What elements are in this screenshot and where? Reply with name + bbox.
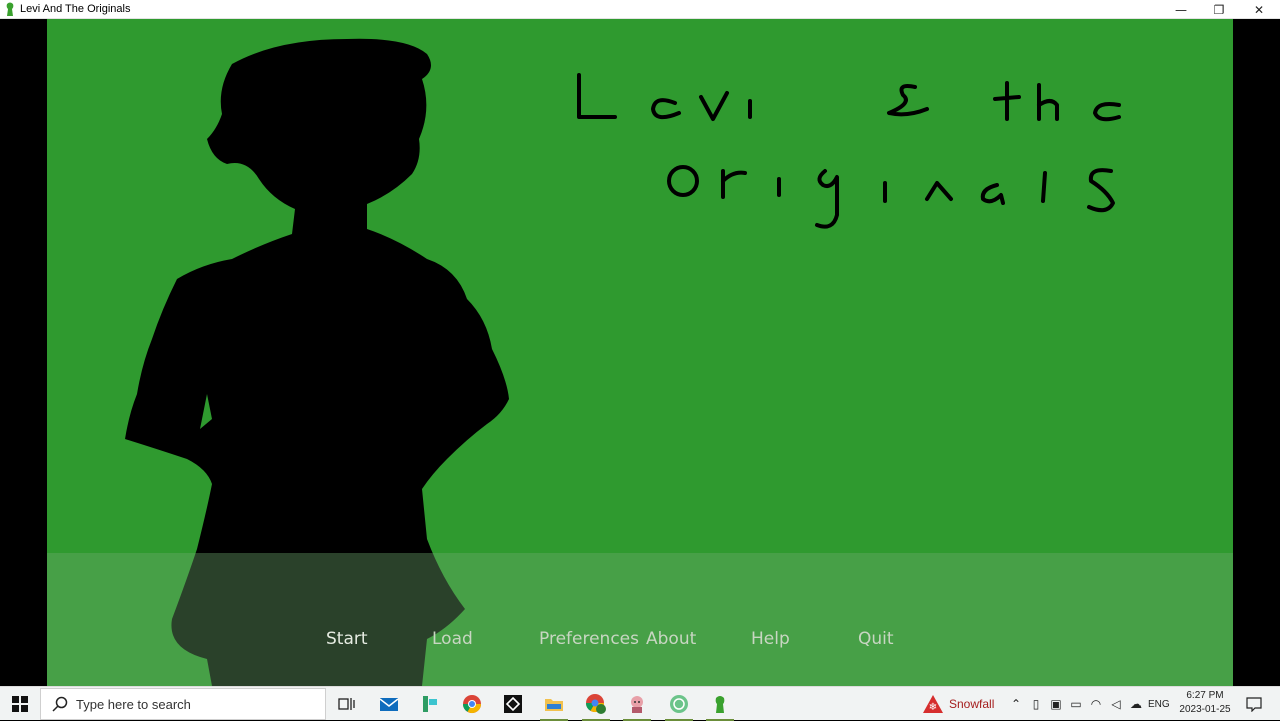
device-icon[interactable]: ▯	[1026, 697, 1046, 711]
start-menu-button[interactable]	[0, 687, 40, 721]
app-icon	[6, 2, 14, 16]
snow-warning-icon: ❄	[923, 695, 943, 713]
mail-icon[interactable]	[372, 690, 406, 718]
maximize-button[interactable]: ❐	[1200, 0, 1238, 19]
chrome-profile-icon[interactable]	[579, 690, 613, 721]
load-button[interactable]: Load	[432, 629, 473, 653]
weather-label: Snowfall	[949, 697, 995, 711]
restore-icon: ❐	[1213, 2, 1225, 17]
sticky-app-icon[interactable]	[413, 690, 447, 718]
weather-widget[interactable]: ❄ Snowfall	[922, 687, 994, 721]
onedrive-icon[interactable]: ☁	[1126, 697, 1146, 711]
search-input[interactable]	[76, 696, 316, 712]
character-app-icon[interactable]	[620, 690, 654, 721]
game-screen[interactable]: Start Load Preferences About Help Quit	[47, 19, 1233, 686]
notification-center-button[interactable]	[1242, 687, 1266, 721]
file-explorer-icon[interactable]	[537, 690, 571, 721]
minimize-button[interactable]: —	[1162, 0, 1200, 19]
about-button[interactable]: About	[646, 629, 696, 653]
unity-icon[interactable]	[496, 690, 530, 718]
windows-taskbar: ❄ Snowfall ⌃ ▯ ▣ ▭ ◠ ◁ ☁ ENG 6:27 PM 202…	[0, 686, 1280, 721]
taskbar-search-box[interactable]	[40, 688, 326, 720]
letterbox-right	[1233, 19, 1280, 686]
start-button[interactable]: Start	[326, 629, 368, 653]
main-menu-bar	[47, 553, 1233, 686]
clock-time: 6:27 PM	[1186, 690, 1224, 701]
window-title-bar: Levi And The Originals — ❐ ✕	[0, 0, 1280, 19]
svg-text:❄: ❄	[929, 702, 937, 713]
clock[interactable]: 6:27 PM 2023-01-25	[1176, 689, 1234, 717]
tea-app-icon[interactable]	[662, 690, 696, 721]
wifi-icon[interactable]: ◠	[1086, 697, 1106, 711]
minimize-icon: —	[1175, 2, 1187, 17]
chevron-up-icon[interactable]: ⌃	[1006, 697, 1026, 711]
language-indicator[interactable]: ENG	[1148, 687, 1170, 721]
system-tray: ⌃ ▯ ▣ ▭ ◠ ◁ ☁	[1006, 687, 1146, 721]
game-app-icon[interactable]	[703, 690, 737, 721]
meet-now-icon[interactable]: ▣	[1046, 697, 1066, 711]
close-icon: ✕	[1253, 2, 1265, 17]
chrome-icon[interactable]	[455, 690, 489, 718]
notification-icon	[1246, 697, 1262, 712]
quit-button[interactable]: Quit	[858, 629, 894, 653]
clock-date: 2023-01-25	[1179, 704, 1231, 715]
game-title-logo	[577, 73, 1121, 229]
task-view-icon[interactable]	[330, 690, 364, 718]
window-title: Levi And The Originals	[20, 3, 131, 15]
letterbox-left	[0, 19, 47, 686]
windows-logo-icon	[12, 696, 28, 712]
search-icon	[52, 696, 68, 712]
battery-icon[interactable]: ▭	[1066, 697, 1086, 711]
volume-icon[interactable]: ◁	[1106, 697, 1126, 711]
help-button[interactable]: Help	[751, 629, 790, 653]
preferences-button[interactable]: Preferences	[539, 629, 639, 653]
close-button[interactable]: ✕	[1240, 0, 1278, 19]
